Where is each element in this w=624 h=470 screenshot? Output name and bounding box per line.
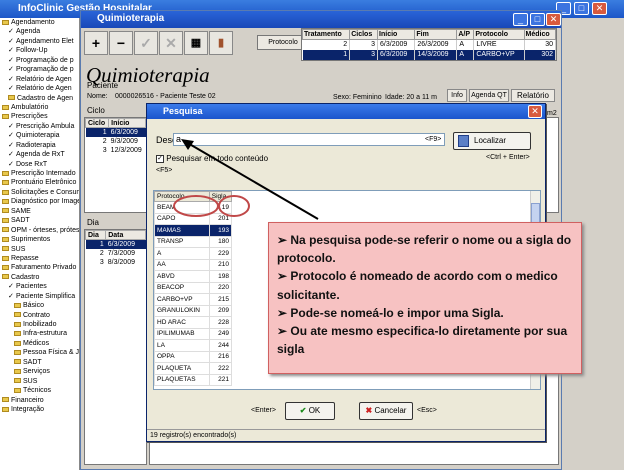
- annotation-arrow: [185, 141, 319, 220]
- protocolo-highlight-ellipse: [173, 195, 219, 217]
- sigla-highlight-ellipse: [218, 195, 250, 217]
- note-line-2: ➢ Protocolo é nomeado de acordo com o me…: [277, 269, 558, 302]
- note-line-4: ➢ Ou ate mesmo especifica-lo diretamente…: [277, 324, 568, 357]
- annotation-note: ➢ Na pesquisa pode-se referir o nome ou …: [268, 222, 582, 374]
- note-line-3: ➢ Pode-se nomeá-lo e impor uma Sigla.: [277, 305, 504, 320]
- note-line-1: ➢ Na pesquisa pode-se referir o nome ou …: [277, 233, 572, 266]
